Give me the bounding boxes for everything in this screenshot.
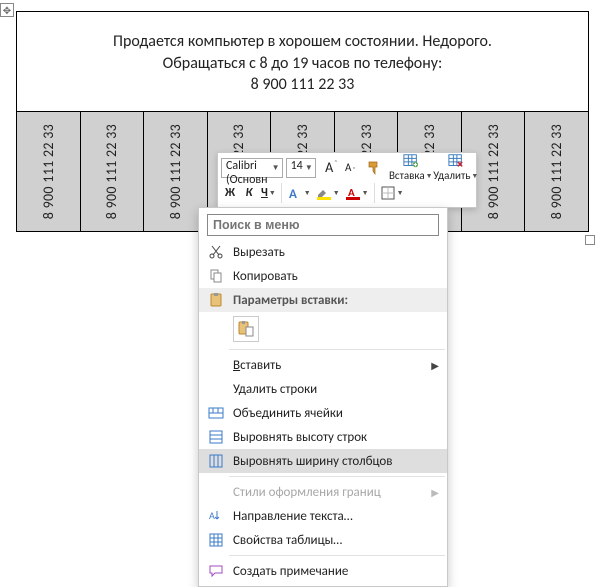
menu-distribute-columns[interactable]: Выровнять ширину столбцов <box>199 449 447 473</box>
tearoff-phone: 8 900 111 22 33 <box>167 124 184 219</box>
mini-toolbar: Calibri (Основн ▼ 14 ▼ Aˆ Aˇ Вставка▼ <box>217 152 477 208</box>
chevron-right-icon: ▶ <box>431 359 439 372</box>
menu-delete-rows[interactable]: Удалить строки <box>199 377 447 401</box>
separator <box>229 476 445 477</box>
chevron-down-icon: ▼ <box>269 188 276 197</box>
svg-text:A: A <box>209 509 215 522</box>
menu-search-input[interactable] <box>207 214 439 236</box>
clipboard-icon <box>205 292 227 308</box>
chevron-down-icon: ▼ <box>397 188 404 197</box>
paste-keep-source-button[interactable] <box>233 316 259 342</box>
menu-merge-cells[interactable]: Объединить ячейки <box>199 401 447 425</box>
paintbrush-icon <box>366 160 382 176</box>
chevron-down-icon: ▼ <box>362 188 369 197</box>
menu-table-properties[interactable]: Свойства таблицы… <box>199 528 447 552</box>
menu-text-direction[interactable]: A Направление текста… <box>199 504 447 528</box>
borders-button[interactable]: ▼ <box>378 183 406 203</box>
insert-split-button[interactable]: Вставка▼ <box>389 148 433 188</box>
menu-border-styles[interactable]: Стили оформления границ ▶ <box>199 480 447 504</box>
format-painter-button[interactable] <box>365 158 383 178</box>
paste-options-zone <box>199 312 447 346</box>
highlight-icon <box>316 185 332 201</box>
separator <box>229 555 445 556</box>
advert-line-1: Продается компьютер в хорошем состоянии.… <box>23 31 582 53</box>
font-size-value: 14 <box>291 159 303 173</box>
text-effects-button[interactable]: A▼ <box>285 183 313 203</box>
tearoff-phone: 8 900 111 22 33 <box>485 124 502 219</box>
clipboard-paste-icon <box>237 320 255 338</box>
svg-text:A: A <box>289 187 297 201</box>
bold-button[interactable]: Ж <box>221 183 239 203</box>
text-effects-icon: A <box>287 185 303 201</box>
chevron-down-icon: ▼ <box>471 171 478 180</box>
font-color-icon: A <box>345 185 361 201</box>
tearoff-phone: 8 900 111 22 33 <box>548 124 565 219</box>
advert-line-2: Обращаться с 8 до 19 часов по телефону: <box>23 53 582 75</box>
underline-button[interactable]: Ч▼ <box>259 183 278 203</box>
table-resize-handle[interactable] <box>585 235 595 245</box>
menu-cut[interactable]: Вырезать <box>199 240 447 264</box>
chevron-down-icon: ▼ <box>333 188 340 197</box>
table-delete-icon <box>448 153 464 169</box>
merge-cells-icon <box>205 405 227 421</box>
separator <box>374 183 375 203</box>
menu-distribute-rows[interactable]: Выровнять высоту строк <box>199 425 447 449</box>
scissors-icon <box>205 244 227 260</box>
chevron-down-icon: ▼ <box>426 171 433 180</box>
menu-paste-options-label: Параметры вставки: <box>199 288 447 312</box>
tearoff-cell[interactable]: 8 900 111 22 33 <box>81 112 144 231</box>
table-move-handle[interactable]: ✥ <box>0 3 14 17</box>
tearoff-cell[interactable]: 8 900 111 22 33 <box>17 112 80 231</box>
tearoff-phone: 8 900 111 22 33 <box>103 124 120 219</box>
distribute-columns-icon <box>205 453 227 469</box>
table-insert-icon <box>403 153 419 169</box>
delete-split-button[interactable]: Удалить▼ <box>434 148 478 188</box>
increase-font-button[interactable]: Aˆ <box>322 158 340 178</box>
highlight-button[interactable]: ▼ <box>314 183 342 203</box>
advert-phone: 8 900 111 22 33 <box>23 74 582 96</box>
font-size-combo[interactable]: 14 ▼ <box>286 158 316 178</box>
comment-icon <box>205 563 227 579</box>
menu-insert[interactable]: Вставить ▶ <box>199 353 447 377</box>
chevron-down-icon: ▼ <box>272 163 280 173</box>
copy-icon <box>205 268 227 284</box>
chevron-right-icon: ▶ <box>431 486 439 499</box>
context-menu: Вырезать Копировать Параметры вставки: В… <box>198 207 448 587</box>
separator <box>229 349 445 350</box>
menu-copy[interactable]: Копировать <box>199 264 447 288</box>
table-properties-icon <box>205 532 227 548</box>
advert-text-cell[interactable]: Продается компьютер в хорошем состоянии.… <box>17 12 589 112</box>
tearoff-phone: 8 900 111 22 33 <box>40 124 57 219</box>
decrease-font-button[interactable]: Aˇ <box>341 158 359 178</box>
text-direction-icon: A <box>205 508 227 524</box>
borders-icon <box>380 185 396 201</box>
chevron-down-icon: ▼ <box>304 188 311 197</box>
font-name-combo[interactable]: Calibri (Основн ▼ <box>221 158 283 178</box>
tearoff-cell[interactable]: 8 900 111 22 33 <box>525 112 588 231</box>
chevron-down-icon: ▼ <box>305 163 313 173</box>
font-color-button[interactable]: A▼ <box>343 183 371 203</box>
distribute-rows-icon <box>205 429 227 445</box>
separator <box>281 183 282 203</box>
italic-button[interactable]: К <box>240 183 258 203</box>
menu-new-comment[interactable]: Создать примечание <box>199 559 447 583</box>
menu-search <box>207 214 439 236</box>
